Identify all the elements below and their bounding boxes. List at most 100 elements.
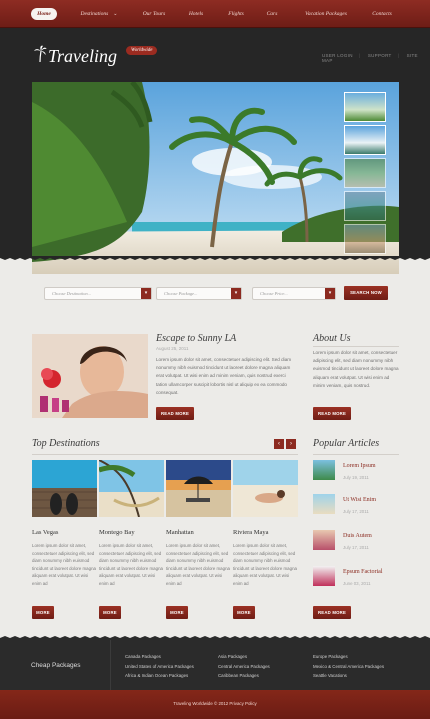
footer-column-1: Canada Packages United States of America… xyxy=(125,652,194,681)
article-thumbnail[interactable] xyxy=(313,530,335,550)
destination-name[interactable]: Montego Bay xyxy=(99,529,164,536)
about-divider xyxy=(313,346,399,347)
more-button[interactable]: MORE xyxy=(166,606,188,619)
chevron-down-icon: ▾ xyxy=(325,288,335,299)
hammock-photo xyxy=(99,460,164,517)
las-vegas-image[interactable] xyxy=(32,460,97,517)
destination-text: Lorem ipsum dolor sit amet, consectetuer… xyxy=(99,543,163,586)
popular-article-item: Epsum Factorial June 03, 2011 xyxy=(313,566,403,596)
footer-link[interactable]: Asia Packages xyxy=(218,652,270,662)
footer-link[interactable]: Mexico & Central America Packages xyxy=(313,662,384,672)
destination-card: Manhattan Lorem ipsum dolor sit amet, co… xyxy=(166,460,231,588)
destination-text: Lorem ipsum dolor sit amet, consectetuer… xyxy=(166,543,230,586)
more-button[interactable]: MORE xyxy=(32,606,54,619)
article-title[interactable]: Epsum Factorial xyxy=(343,569,383,575)
spa-photo xyxy=(32,334,148,418)
nav-contacts[interactable]: Contacts xyxy=(367,8,397,20)
featured-text: Lorem ipsum dolor sit amet, consectetuer… xyxy=(156,357,292,395)
footer-link[interactable]: Canada Packages xyxy=(125,652,194,662)
popular-article-item: Duis Autem July 17, 2011 xyxy=(313,530,403,560)
thumbnail-2[interactable] xyxy=(344,125,386,155)
destination-name[interactable]: Riviera Maya xyxy=(233,529,298,536)
thumbnail-3[interactable] xyxy=(344,158,386,188)
copyright-bar: Traveling Worldwide © 2012 Privacy Polic… xyxy=(0,690,430,719)
montego-bay-image[interactable] xyxy=(99,460,164,517)
article-date: July 19, 2011 xyxy=(343,475,369,480)
article-thumbnail[interactable] xyxy=(313,460,335,480)
package-select[interactable]: Choose Package... ▾ xyxy=(156,287,242,300)
thumbnail-4[interactable] xyxy=(344,191,386,221)
nav-vacation-packages[interactable]: Vacation Packages xyxy=(297,8,355,20)
manhattan-image[interactable] xyxy=(166,460,231,517)
article-title[interactable]: Duis Autem xyxy=(343,533,372,539)
featured-spa-image[interactable] xyxy=(32,334,148,418)
price-select[interactable]: Choose Price... ▾ xyxy=(252,287,336,300)
riviera-maya-image[interactable] xyxy=(233,460,298,517)
footer-link[interactable]: Seattle Vacations xyxy=(313,671,384,681)
article-date: July 17, 2011 xyxy=(343,509,369,514)
footer-link[interactable]: Africa & Indian Ocean Packages xyxy=(125,671,194,681)
popular-articles-title: Popular Articles xyxy=(313,438,380,449)
brand-logo[interactable]: Traveling xyxy=(48,46,117,66)
article-date: June 03, 2011 xyxy=(343,581,371,586)
thumbnail-5[interactable] xyxy=(344,224,386,254)
nav-flights[interactable]: Flights xyxy=(224,8,248,20)
footer-link[interactable]: Caribbean Packages xyxy=(218,671,270,681)
destination-name[interactable]: Las Vegas xyxy=(32,529,97,536)
top-navigation: Home Destinations ⌄ Our Tours Hotels Flig… xyxy=(0,0,430,28)
footer-link[interactable]: Europe Packages xyxy=(313,652,384,662)
article-thumbnail[interactable] xyxy=(313,566,335,586)
featured-title[interactable]: Escape to Sunny LA xyxy=(156,333,236,344)
nav-hotels[interactable]: Hotels xyxy=(185,8,207,20)
popular-article-item: Ut Wisi Enim July 17, 2011 xyxy=(313,494,403,524)
nav-cars[interactable]: Cars xyxy=(264,8,280,20)
next-arrow-icon[interactable]: › xyxy=(286,439,296,449)
footer-link[interactable]: United States of America Packages xyxy=(125,662,194,672)
nav-our-tours[interactable]: Our Tours xyxy=(138,8,170,20)
beach-umbrella-photo xyxy=(166,460,231,517)
destination-select-value: Choose Destination... xyxy=(52,291,91,296)
more-button[interactable]: MORE xyxy=(233,606,255,619)
about-read-more-button[interactable]: READ MORE xyxy=(313,407,351,420)
about-title: About Us xyxy=(313,333,351,344)
thumbnail-1[interactable] xyxy=(344,92,386,122)
price-select-value: Choose Price... xyxy=(260,291,288,296)
support-link[interactable]: SUPPORT xyxy=(368,53,392,58)
footer-link[interactable]: Central America Packages xyxy=(218,662,270,672)
chevron-down-icon: ⌄ xyxy=(113,12,118,17)
chevron-down-icon: ▾ xyxy=(231,288,241,299)
footer-column-2: Asia Packages Central America Packages C… xyxy=(218,652,270,681)
destination-text: Lorem ipsum dolor sit amet, consectetuer… xyxy=(32,543,96,586)
footer-column-3: Europe Packages Mexico & Central America… xyxy=(313,652,384,681)
destination-select[interactable]: Choose Destination... ▾ xyxy=(44,287,152,300)
article-date: July 17, 2011 xyxy=(343,545,369,550)
destinations-divider xyxy=(32,454,298,455)
article-title[interactable]: Lorem Ipsum xyxy=(343,463,376,469)
search-bar: Choose Destination... ▾ Choose Package..… xyxy=(32,283,399,305)
copyright-text: Traveling Worldwide © 2012 Privacy Polic… xyxy=(173,701,257,706)
user-links: USER LOGIN | SUPPORT | SITE MAP xyxy=(322,53,418,63)
nav-destinations[interactable]: Destinations ⌄ xyxy=(74,8,124,20)
prev-arrow-icon[interactable]: ‹ xyxy=(274,439,284,449)
flip-flops-photo xyxy=(32,460,97,517)
destination-card: Riviera Maya Lorem ipsum dolor sit amet,… xyxy=(233,460,298,588)
article-thumbnail[interactable] xyxy=(313,494,335,514)
more-button[interactable]: MORE xyxy=(99,606,121,619)
palm-tree-logo-icon xyxy=(34,45,47,63)
chevron-down-icon: ▾ xyxy=(141,288,151,299)
destination-name[interactable]: Manhattan xyxy=(166,529,231,536)
package-select-value: Choose Package... xyxy=(164,291,198,296)
top-destinations-title: Top Destinations xyxy=(32,438,100,449)
featured-read-more-button[interactable]: READ MORE xyxy=(156,407,194,420)
popular-divider xyxy=(313,454,399,455)
zigzag-divider xyxy=(0,256,430,260)
featured-date: August 25, 2011 xyxy=(156,346,189,351)
nav-home[interactable]: Home xyxy=(31,8,57,20)
hero-thumbnails xyxy=(344,92,386,257)
destination-card: Las Vegas Lorem ipsum dolor sit amet, co… xyxy=(32,460,97,588)
article-title[interactable]: Ut Wisi Enim xyxy=(343,497,376,503)
footer-separator xyxy=(110,640,111,690)
footer: Cheap Packages Canada Packages United St… xyxy=(0,640,430,690)
search-now-button[interactable]: SEARCH NOW xyxy=(344,286,388,300)
popular-read-more-button[interactable]: READ MORE xyxy=(313,606,351,619)
